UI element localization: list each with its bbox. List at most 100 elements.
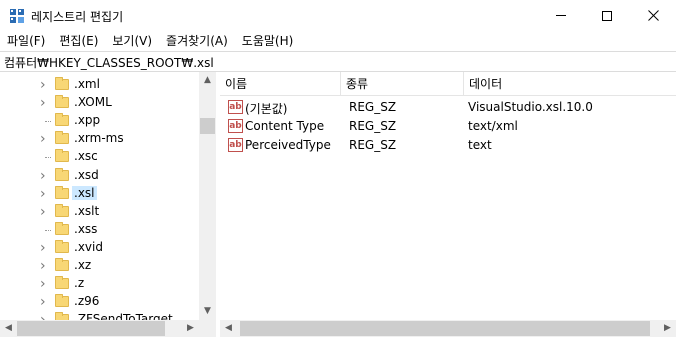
folder-icon bbox=[55, 258, 69, 271]
value-data: text bbox=[468, 138, 492, 152]
scroll-right-icon[interactable]: ▶ bbox=[182, 320, 199, 337]
tree-item-label: .xvid bbox=[74, 239, 103, 254]
folder-icon bbox=[55, 185, 69, 199]
key-tree-pane[interactable]: › .xml › .XOML .xpp › .xrm-ms .xsc › .xsd › .xsl › .x… bbox=[0, 72, 216, 337]
value-data: VisualStudio.xsl.10.0 bbox=[468, 100, 593, 114]
minimize-button[interactable] bbox=[538, 0, 584, 31]
tree-item[interactable]: .xpp bbox=[0, 112, 199, 130]
tree-item-label: .xrm-ms bbox=[74, 131, 124, 146]
column-header-name[interactable]: 이름 bbox=[220, 72, 341, 96]
scroll-down-icon[interactable]: ▼ bbox=[199, 303, 216, 320]
tree-item[interactable]: › .xrm-ms bbox=[0, 130, 199, 148]
tree-vertical-scrollbar[interactable]: ▲ ▼ bbox=[199, 72, 216, 320]
value-row[interactable]: ab (기본값) REG_SZ VisualStudio.xsl.10.0 bbox=[220, 98, 676, 117]
value-list-pane[interactable]: 이름 종류 데이터 ab (기본값) REG_SZ VisualStudio.x… bbox=[220, 72, 676, 337]
chevron-right-icon[interactable]: › bbox=[40, 169, 50, 183]
tree-horizontal-scrollbar[interactable]: ◀ ▶ bbox=[0, 320, 199, 337]
tree-connector bbox=[45, 157, 51, 159]
value-name: Content Type bbox=[245, 119, 325, 133]
chevron-right-icon[interactable]: › bbox=[40, 132, 50, 146]
maximize-button[interactable] bbox=[584, 0, 630, 31]
string-value-icon: ab bbox=[228, 100, 243, 114]
tree-item[interactable]: .xss bbox=[0, 221, 199, 239]
folder-icon bbox=[55, 113, 69, 127]
menu-file[interactable]: 파일(F) bbox=[0, 31, 52, 51]
chevron-right-icon[interactable]: › bbox=[40, 78, 50, 92]
tree-item[interactable]: › .xsl bbox=[0, 185, 199, 203]
chevron-right-icon[interactable]: › bbox=[40, 241, 50, 255]
tree-item-label: .XOML bbox=[74, 95, 112, 110]
value-name: PerceivedType bbox=[245, 138, 331, 152]
string-value-icon: ab bbox=[228, 138, 243, 152]
tree-item-label: .xz bbox=[74, 258, 92, 272]
tree-item[interactable]: › .xvid bbox=[0, 239, 199, 257]
chevron-right-icon[interactable]: › bbox=[40, 295, 50, 309]
value-row[interactable]: ab Content Type REG_SZ text/xml bbox=[220, 117, 676, 136]
tree-item[interactable]: › .XOML bbox=[0, 94, 199, 112]
list-horizontal-scrollbar[interactable]: ◀ ▶ bbox=[220, 320, 676, 337]
tree-item[interactable]: › .xml bbox=[0, 76, 199, 94]
tree-item[interactable]: › .xslt bbox=[0, 203, 199, 221]
list-header: 이름 종류 데이터 bbox=[220, 72, 676, 96]
maximize-icon bbox=[602, 10, 612, 21]
tree-item-label: .xpp bbox=[74, 113, 101, 128]
folder-icon bbox=[55, 167, 69, 181]
scroll-right-icon[interactable]: ▶ bbox=[659, 320, 676, 337]
tree-item-label: .z96 bbox=[74, 294, 100, 309]
tree-item[interactable]: › .z bbox=[0, 275, 199, 293]
list-hscroll-thumb[interactable] bbox=[240, 321, 650, 336]
tree-item[interactable]: › .z96 bbox=[0, 293, 199, 311]
scroll-up-icon[interactable]: ▲ bbox=[199, 72, 216, 89]
minimize-icon bbox=[556, 15, 566, 16]
tree-item-label: .xsc bbox=[74, 149, 98, 164]
folder-icon bbox=[55, 239, 69, 253]
registry-editor-icon bbox=[10, 9, 24, 23]
menu-bar: 파일(F) 편집(E) 보기(V) 즐겨찾기(A) 도움말(H) bbox=[0, 31, 676, 51]
string-value-icon: ab bbox=[228, 119, 243, 133]
menu-help[interactable]: 도움말(H) bbox=[235, 31, 301, 51]
folder-icon bbox=[55, 95, 69, 109]
folder-icon bbox=[55, 77, 69, 90]
tree-hscroll-thumb[interactable] bbox=[17, 321, 165, 336]
tree-item[interactable]: .xsc bbox=[0, 148, 199, 166]
chevron-right-icon[interactable]: › bbox=[40, 259, 50, 273]
chevron-right-icon[interactable]: › bbox=[40, 205, 50, 219]
tree-item[interactable]: › .xz bbox=[0, 257, 199, 275]
folder-icon bbox=[55, 149, 69, 163]
tree-item-label: .xsd bbox=[74, 167, 99, 182]
folder-icon bbox=[55, 203, 69, 217]
value-type: REG_SZ bbox=[349, 119, 397, 133]
chevron-right-icon[interactable]: › bbox=[40, 96, 50, 110]
value-row[interactable]: ab PerceivedType REG_SZ text bbox=[220, 136, 676, 155]
value-type: REG_SZ bbox=[349, 100, 397, 114]
address-path[interactable]: 컴퓨터₩HKEY_CLASSES_ROOT₩.xsl bbox=[4, 54, 214, 71]
folder-icon bbox=[55, 276, 69, 290]
tree-connector bbox=[45, 229, 51, 231]
title-bar: 레지스트리 편집기 bbox=[0, 0, 676, 31]
tree-item-label: .xslt bbox=[74, 203, 100, 218]
address-bar[interactable]: 컴퓨터₩HKEY_CLASSES_ROOT₩.xsl bbox=[0, 51, 676, 72]
tree-item-label: .z bbox=[74, 276, 85, 291]
column-header-type[interactable]: 종류 bbox=[341, 72, 464, 96]
window-title: 레지스트리 편집기 bbox=[31, 10, 124, 24]
menu-edit[interactable]: 편집(E) bbox=[52, 31, 105, 51]
scroll-left-icon[interactable]: ◀ bbox=[0, 320, 17, 337]
tree-item[interactable]: › .xsd bbox=[0, 167, 199, 185]
tree-item-label: .xml bbox=[74, 77, 100, 91]
folder-icon bbox=[55, 294, 69, 308]
tree-vscroll-thumb[interactable] bbox=[200, 118, 215, 134]
value-type: REG_SZ bbox=[349, 138, 397, 152]
chevron-right-icon[interactable]: › bbox=[40, 187, 50, 201]
chevron-right-icon[interactable]: › bbox=[40, 277, 50, 291]
close-button[interactable] bbox=[630, 0, 676, 31]
value-name: (기본값) bbox=[245, 102, 288, 116]
folder-icon bbox=[55, 221, 69, 235]
menu-favorites[interactable]: 즐겨찾기(A) bbox=[159, 31, 235, 51]
scroll-left-icon[interactable]: ◀ bbox=[220, 320, 237, 337]
value-data: text/xml bbox=[468, 119, 518, 133]
menu-view[interactable]: 보기(V) bbox=[105, 31, 159, 51]
tree-item-label: .xsl bbox=[72, 185, 97, 200]
column-header-data[interactable]: 데이터 bbox=[464, 72, 676, 96]
folder-icon bbox=[55, 131, 69, 145]
close-icon bbox=[647, 10, 659, 21]
